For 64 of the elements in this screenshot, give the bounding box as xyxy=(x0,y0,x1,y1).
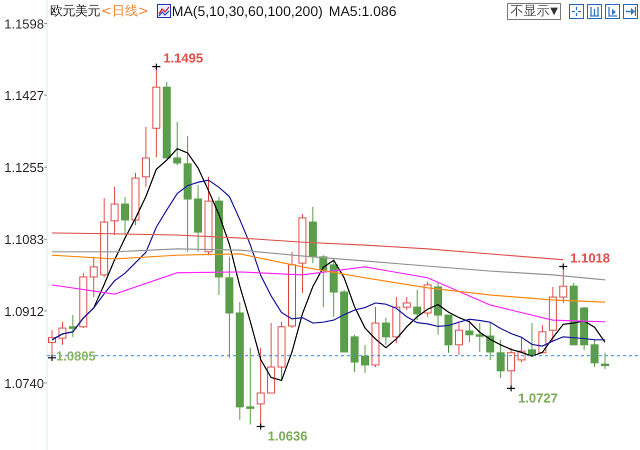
price-label: 1.0805 xyxy=(56,348,96,364)
candlestick xyxy=(350,334,359,373)
bar-chart-icon[interactable] xyxy=(587,4,602,18)
line-chart-icon[interactable] xyxy=(156,4,171,18)
indicator-label: MA(5,10,30,60,100,200) xyxy=(172,3,323,19)
candlestick xyxy=(580,306,588,350)
candlestick xyxy=(538,324,546,354)
display-dropdown[interactable]: 不显示▼ xyxy=(507,2,561,20)
candlestick xyxy=(548,286,557,342)
axis-label: 1.0740 xyxy=(4,376,44,391)
crosshair-icon[interactable] xyxy=(569,4,584,18)
axis-label: 1.1255 xyxy=(4,160,44,176)
candlestick xyxy=(142,126,150,188)
candlestick xyxy=(570,282,578,346)
extreme-price-label: 1.1495 xyxy=(163,50,204,66)
plus-marker-icon xyxy=(152,63,161,70)
axis-label: 1.0912 xyxy=(4,304,44,319)
candlestick xyxy=(496,339,505,378)
candlestick xyxy=(79,272,88,329)
candlestick xyxy=(424,281,432,318)
candlestick xyxy=(392,296,400,344)
extreme-price-label: 1.0727 xyxy=(518,390,558,406)
candlestick xyxy=(413,289,422,321)
extreme-price-label: 1.1018 xyxy=(570,250,610,266)
candlestick xyxy=(476,322,484,352)
candlestick xyxy=(382,318,390,346)
plus-marker-icon xyxy=(558,262,568,270)
candlestick xyxy=(434,281,442,336)
candlestick xyxy=(173,121,182,166)
candlestick xyxy=(402,296,411,311)
candlestick xyxy=(454,322,463,356)
candlestick xyxy=(267,322,276,394)
candlestick xyxy=(444,314,452,354)
candlestick xyxy=(308,206,317,264)
candlestick xyxy=(194,184,202,252)
plus-marker-icon xyxy=(256,422,266,430)
step-forward-icon[interactable] xyxy=(605,4,620,18)
candlestick xyxy=(68,314,77,338)
candlestick xyxy=(528,322,536,357)
axis-label: 1.1598 xyxy=(4,16,44,32)
candlestick xyxy=(330,259,338,318)
candlestick xyxy=(601,352,609,370)
candlestick xyxy=(590,339,599,368)
candlestick xyxy=(361,344,370,374)
plus-marker-icon xyxy=(47,354,57,362)
plus-marker-icon xyxy=(506,384,516,392)
axis-label: 1.1083 xyxy=(4,232,44,248)
candlestick xyxy=(58,321,66,346)
candlestick xyxy=(90,256,98,298)
axis-label: 1.1427 xyxy=(4,88,44,104)
extreme-price-label: 1.0636 xyxy=(268,428,308,444)
indicator-value: MA5:1.086 xyxy=(328,3,397,19)
candlestick xyxy=(371,306,380,368)
candlestick xyxy=(110,186,119,236)
candlestick xyxy=(518,336,526,362)
candlestick xyxy=(278,321,286,381)
candlestick xyxy=(340,289,348,352)
candlestick xyxy=(319,254,328,308)
candlestick xyxy=(465,320,474,342)
candlestick xyxy=(486,322,494,360)
caret-icon: ▼ xyxy=(550,6,558,16)
candlestick xyxy=(131,172,140,226)
symbol-title: 欧元美元 xyxy=(50,3,100,20)
candlestick xyxy=(121,196,130,236)
